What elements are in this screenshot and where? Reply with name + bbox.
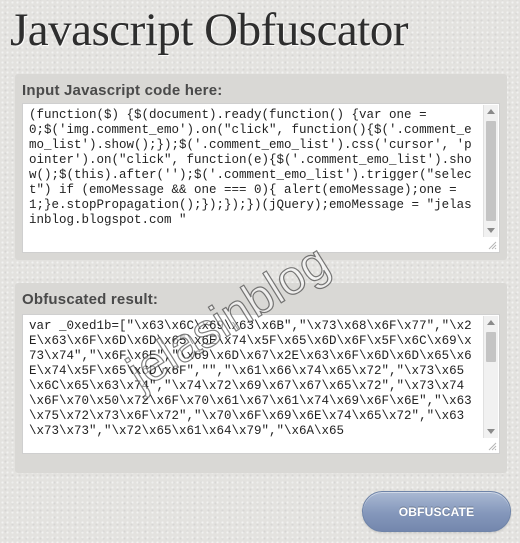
output-code-text[interactable]: var _0xed1b=["\x63\x6C\x69\x63\x6B","\x7… <box>29 319 479 449</box>
output-label: Obfuscated result: <box>22 291 159 308</box>
input-panel: Input Javascript code here: (function($)… <box>15 74 507 260</box>
output-code-textarea[interactable]: var _0xed1b=["\x63\x6C\x69\x63\x6B","\x7… <box>22 314 500 454</box>
obfuscate-button[interactable]: OBFUSCATE <box>362 491 511 532</box>
input-code-text[interactable]: (function($) {$(document).ready(function… <box>29 108 479 248</box>
page-title: Javascript Obfuscator <box>10 4 409 56</box>
resize-grip-icon[interactable] <box>487 441 497 451</box>
input-code-textarea[interactable]: (function($) {$(document).ready(function… <box>22 103 500 253</box>
output-scrollbar[interactable] <box>483 316 498 438</box>
output-panel: Obfuscated result: var _0xed1b=["\x63\x6… <box>15 283 507 473</box>
scroll-down-arrow-icon[interactable] <box>487 228 495 233</box>
input-label: Input Javascript code here: <box>22 82 223 99</box>
input-scroll-thumb[interactable] <box>486 121 496 221</box>
resize-grip-icon[interactable] <box>487 240 497 250</box>
scroll-up-arrow-icon[interactable] <box>487 320 495 325</box>
scroll-up-arrow-icon[interactable] <box>487 109 495 114</box>
output-scroll-thumb[interactable] <box>486 332 496 362</box>
scroll-down-arrow-icon[interactable] <box>487 429 495 434</box>
input-scrollbar[interactable] <box>483 105 498 237</box>
